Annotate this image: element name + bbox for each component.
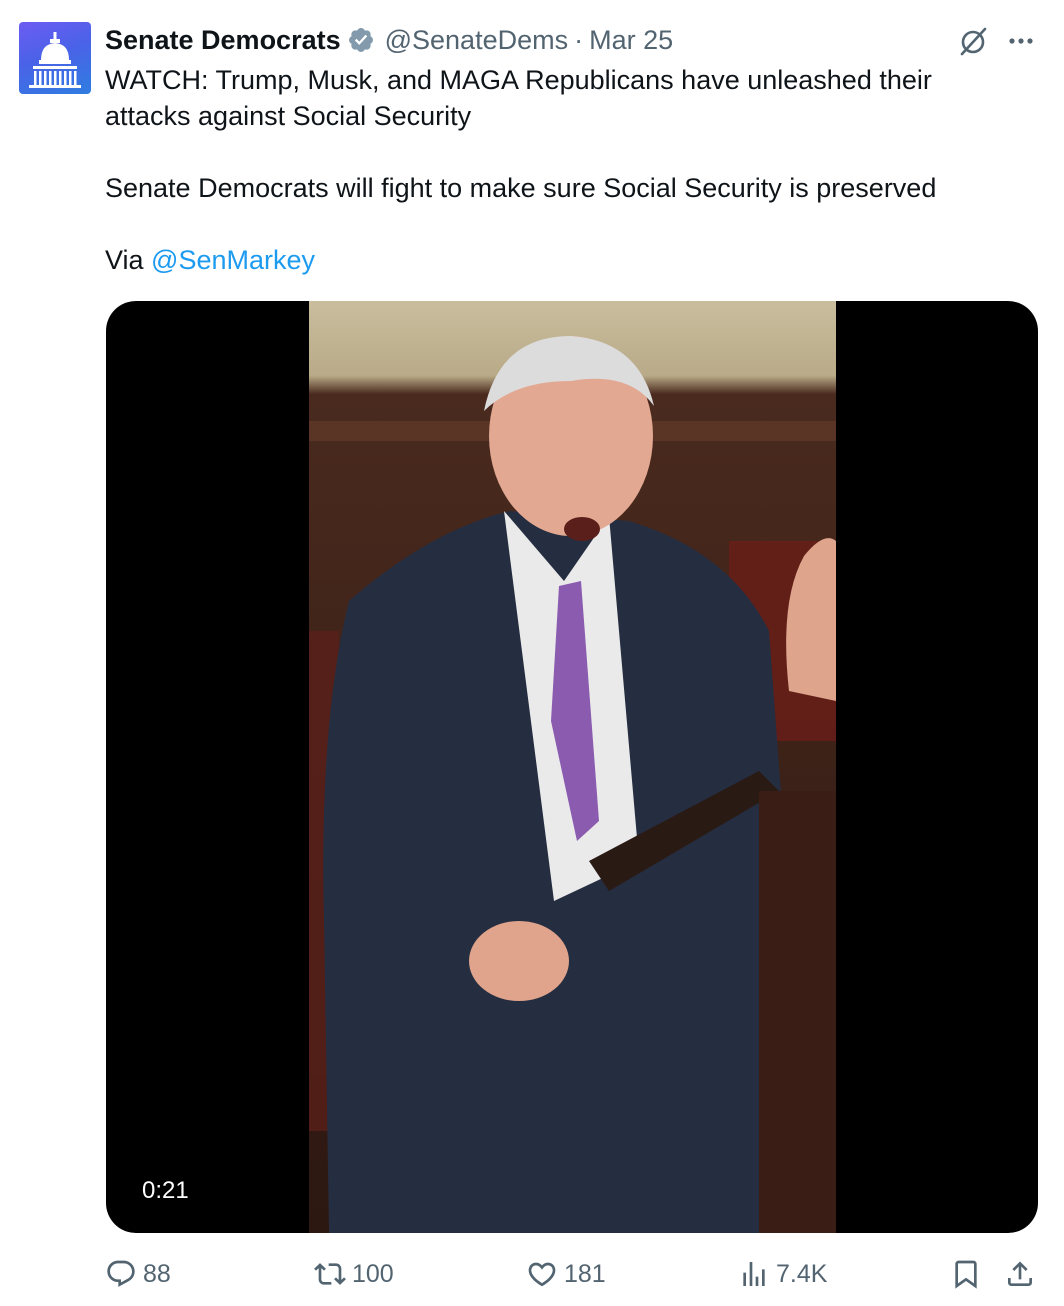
via-label: Via [105, 245, 152, 275]
bookmark-button[interactable] [950, 1254, 982, 1294]
header-separator: · [574, 24, 584, 55]
video-player[interactable]: 0:21 [106, 301, 1038, 1233]
tweet-text-line: WATCH: Trump, Musk, and MAGA Republicans… [105, 65, 932, 131]
video-thumbnail[interactable] [309, 301, 836, 1233]
like-count: 181 [564, 1259, 606, 1288]
reply-count: 88 [143, 1259, 171, 1288]
grok-icon[interactable] [956, 24, 990, 58]
views-button[interactable]: 7.4K [738, 1254, 827, 1294]
share-button[interactable] [1004, 1254, 1036, 1294]
like-button[interactable]: 181 [526, 1254, 606, 1294]
mention-link[interactable]: @SenMarkey [151, 245, 315, 275]
tweet-header: Senate Democrats @SenateDems · Mar 25 [105, 22, 673, 58]
tweet-text: WATCH: Trump, Musk, and MAGA Republicans… [105, 62, 1005, 278]
avatar[interactable] [19, 22, 91, 94]
tweet-via-line: Via @SenMarkey [105, 242, 1005, 278]
verified-badge-icon[interactable] [347, 26, 375, 54]
tweet-date[interactable]: Mar 25 [589, 25, 673, 56]
repost-count: 100 [352, 1259, 394, 1288]
reply-button[interactable]: 88 [105, 1254, 171, 1294]
author-name[interactable]: Senate Democrats [105, 25, 341, 56]
views-count: 7.4K [776, 1259, 828, 1288]
action-bar: 88 100 181 7.4K [0, 1254, 1064, 1294]
repost-button[interactable]: 100 [314, 1254, 394, 1294]
more-icon[interactable] [1004, 24, 1038, 58]
capitol-logo-icon [29, 32, 81, 88]
like-icon [528, 1262, 556, 1287]
bookmark-icon [955, 1260, 977, 1289]
share-icon [1008, 1261, 1032, 1286]
reply-icon [107, 1260, 135, 1287]
views-icon [743, 1262, 765, 1286]
author-handle[interactable]: @SenateDems [385, 25, 569, 56]
video-duration: 0:21 [130, 1173, 201, 1209]
repost-icon [314, 1263, 346, 1285]
tweet-text-line: Senate Democrats will fight to make sure… [105, 173, 937, 203]
